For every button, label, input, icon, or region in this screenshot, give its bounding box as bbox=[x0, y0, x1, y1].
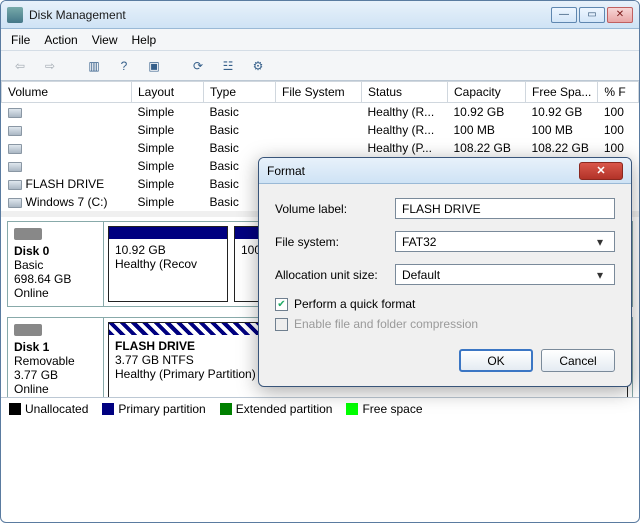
settings-icon[interactable]: ☳ bbox=[217, 55, 239, 77]
col-volume[interactable]: Volume bbox=[2, 82, 132, 103]
panels-icon[interactable]: ▣ bbox=[143, 55, 165, 77]
disk-type: Basic bbox=[14, 258, 43, 272]
forward-icon: ⇨ bbox=[39, 55, 61, 77]
close-button[interactable]: ✕ bbox=[607, 7, 633, 23]
disk-type: Removable bbox=[14, 354, 75, 368]
volume-icon bbox=[8, 162, 22, 172]
checkbox-icon bbox=[275, 318, 288, 331]
col-status[interactable]: Status bbox=[362, 82, 448, 103]
compression-checkbox: Enable file and folder compression bbox=[275, 317, 615, 331]
disk-header[interactable]: Disk 1 Removable 3.77 GB Online bbox=[8, 318, 104, 397]
titlebar[interactable]: Disk Management — ▭ ✕ bbox=[1, 1, 639, 29]
menu-action[interactable]: Action bbox=[44, 33, 77, 47]
volume-label-label: Volume label: bbox=[275, 202, 395, 216]
disk-header[interactable]: Disk 0 Basic 698.64 GB Online bbox=[8, 222, 104, 306]
rescan-icon[interactable]: ⚙ bbox=[247, 55, 269, 77]
disk-state: Online bbox=[14, 382, 49, 396]
dialog-close-button[interactable]: ✕ bbox=[579, 162, 623, 180]
toolbar: ⇦ ⇨ ▥ ? ▣ ⟳ ☳ ⚙ bbox=[1, 51, 639, 81]
col-pct[interactable]: % F bbox=[598, 82, 639, 103]
disk-name: Disk 0 bbox=[14, 244, 49, 258]
ok-button[interactable]: OK bbox=[459, 349, 533, 372]
col-type[interactable]: Type bbox=[204, 82, 276, 103]
disk-size: 3.77 GB bbox=[14, 368, 58, 382]
partition-stripe bbox=[109, 227, 227, 239]
disk-state: Online bbox=[14, 286, 49, 300]
disk-icon bbox=[14, 228, 42, 240]
col-fs[interactable]: File System bbox=[276, 82, 362, 103]
menubar: File Action View Help bbox=[1, 29, 639, 51]
disk-icon bbox=[14, 324, 42, 336]
volume-icon bbox=[8, 198, 22, 208]
volume-icon bbox=[8, 126, 22, 136]
checkbox-icon: ✔ bbox=[275, 298, 288, 311]
allocation-unit-select[interactable]: Default ▾ bbox=[395, 264, 615, 285]
dialog-title: Format bbox=[267, 164, 579, 178]
app-icon bbox=[7, 7, 23, 23]
menu-file[interactable]: File bbox=[11, 33, 30, 47]
volume-label-input[interactable] bbox=[395, 198, 615, 219]
window-title: Disk Management bbox=[29, 8, 551, 22]
volume-icon bbox=[8, 144, 22, 154]
refresh-icon[interactable]: ⟳ bbox=[187, 55, 209, 77]
menu-help[interactable]: Help bbox=[132, 33, 157, 47]
show-hide-tree-icon[interactable]: ▥ bbox=[83, 55, 105, 77]
disk-size: 698.64 GB bbox=[14, 272, 71, 286]
format-dialog: Format ✕ Volume label: File system: FAT3… bbox=[258, 157, 632, 387]
column-headers[interactable]: Volume Layout Type File System Status Ca… bbox=[2, 82, 639, 103]
table-row[interactable]: SimpleBasicHealthy (P...108.22 GB108.22 … bbox=[2, 139, 639, 157]
col-layout[interactable]: Layout bbox=[132, 82, 204, 103]
col-capacity[interactable]: Capacity bbox=[448, 82, 526, 103]
file-system-label: File system: bbox=[275, 235, 395, 249]
legend: Unallocated Primary partition Extended p… bbox=[1, 397, 639, 419]
volume-icon bbox=[8, 108, 22, 118]
table-row[interactable]: SimpleBasicHealthy (R...10.92 GB10.92 GB… bbox=[2, 103, 639, 122]
cancel-button[interactable]: Cancel bbox=[541, 349, 615, 372]
volume-icon bbox=[8, 180, 22, 190]
allocation-unit-label: Allocation unit size: bbox=[275, 268, 395, 282]
table-row[interactable]: SimpleBasicHealthy (R...100 MB100 MB100 bbox=[2, 121, 639, 139]
disk-name: Disk 1 bbox=[14, 340, 49, 354]
maximize-button[interactable]: ▭ bbox=[579, 7, 605, 23]
help-icon[interactable]: ? bbox=[113, 55, 135, 77]
partition[interactable]: 10.92 GB Healthy (Recov bbox=[108, 226, 228, 302]
quick-format-checkbox[interactable]: ✔ Perform a quick format bbox=[275, 297, 615, 311]
file-system-select[interactable]: FAT32 ▾ bbox=[395, 231, 615, 252]
menu-view[interactable]: View bbox=[92, 33, 118, 47]
chevron-down-icon: ▾ bbox=[592, 268, 608, 282]
back-icon: ⇦ bbox=[9, 55, 31, 77]
minimize-button[interactable]: — bbox=[551, 7, 577, 23]
dialog-titlebar[interactable]: Format ✕ bbox=[259, 158, 631, 184]
chevron-down-icon: ▾ bbox=[592, 235, 608, 249]
col-free[interactable]: Free Spa... bbox=[526, 82, 598, 103]
